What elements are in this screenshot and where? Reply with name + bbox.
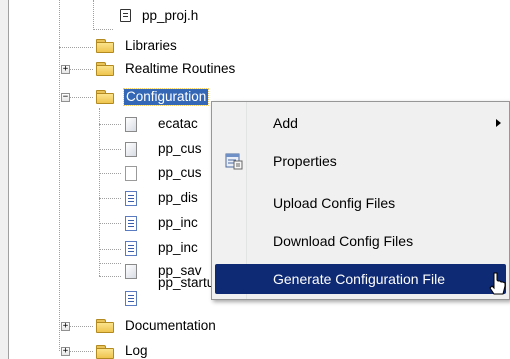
text-file-icon	[125, 216, 137, 231]
tree-guide-line	[99, 223, 121, 224]
tree-item-label: Configuration	[122, 88, 210, 106]
folder-icon	[96, 90, 114, 104]
folder-icon	[96, 345, 114, 359]
config-file-icon	[125, 142, 137, 157]
menu-item-add[interactable]: Add	[215, 108, 506, 138]
tree-item-label: pp_proj.h	[142, 8, 199, 23]
blank-file-icon	[125, 166, 137, 181]
folder-icon	[96, 62, 114, 76]
expand-icon[interactable]: +	[61, 65, 70, 74]
submenu-arrow-icon	[496, 119, 501, 127]
menu-item-label: Add	[273, 115, 298, 131]
tree-guide-line	[99, 173, 121, 174]
menu-item-download-config-files[interactable]: Download Config Files	[215, 226, 506, 256]
collapse-icon[interactable]: −	[61, 93, 70, 102]
tree-item-label: pp_inc	[158, 215, 198, 230]
tree-guide-line	[99, 124, 121, 125]
tree-guide-line	[59, 0, 60, 351]
menu-item-label: Download Config Files	[273, 233, 414, 249]
menu-item-label: Properties	[273, 153, 337, 169]
tree-guide-line	[99, 198, 121, 199]
folder-icon	[96, 319, 114, 333]
menu-item-label: Generate Configuration File	[273, 271, 445, 287]
tree-item-label: pp_dis	[158, 190, 198, 205]
tree-item-label: pp_cus	[158, 165, 202, 180]
tree-item-label: ecatac	[158, 116, 198, 131]
config-file-icon	[125, 264, 137, 279]
mouse-cursor-icon	[489, 272, 506, 295]
tree-guide-line	[99, 263, 121, 264]
expand-icon[interactable]: +	[61, 322, 70, 331]
expand-icon[interactable]: +	[61, 347, 70, 356]
tree-item-label: Libraries	[125, 38, 177, 53]
tree-panel-border	[0, 0, 9, 359]
menu-item-upload-config-files[interactable]: Upload Config Files	[215, 188, 506, 218]
context-menu: Add Properties Upload Config Files Downl…	[211, 101, 510, 300]
tree-item-label: pp_inc	[158, 240, 198, 255]
folder-icon	[96, 39, 114, 53]
text-file-icon	[125, 241, 137, 256]
tree-guide-line	[59, 47, 93, 48]
tree-guide-line	[93, 29, 113, 30]
tree-guide-line	[99, 108, 100, 276]
menu-item-generate-configuration-file[interactable]: Generate Configuration File	[215, 264, 506, 294]
properties-icon	[225, 153, 243, 170]
tree-item-label: pp_cus	[158, 141, 202, 156]
menu-item-label: Upload Config Files	[273, 195, 396, 211]
menu-item-properties[interactable]: Properties	[215, 146, 506, 176]
tree-guide-line	[99, 149, 121, 150]
tree-guide-line	[99, 276, 121, 277]
text-file-icon	[125, 191, 137, 206]
tree-item-label: Realtime Routines	[125, 61, 236, 76]
header-file-icon	[120, 9, 131, 22]
tree-item-label: Log	[125, 343, 148, 358]
text-file-icon	[125, 291, 137, 306]
config-file-icon	[125, 117, 137, 132]
tree-guide-line	[93, 0, 94, 30]
tree-item-label: Documentation	[125, 318, 216, 333]
tree-guide-line	[99, 249, 121, 250]
